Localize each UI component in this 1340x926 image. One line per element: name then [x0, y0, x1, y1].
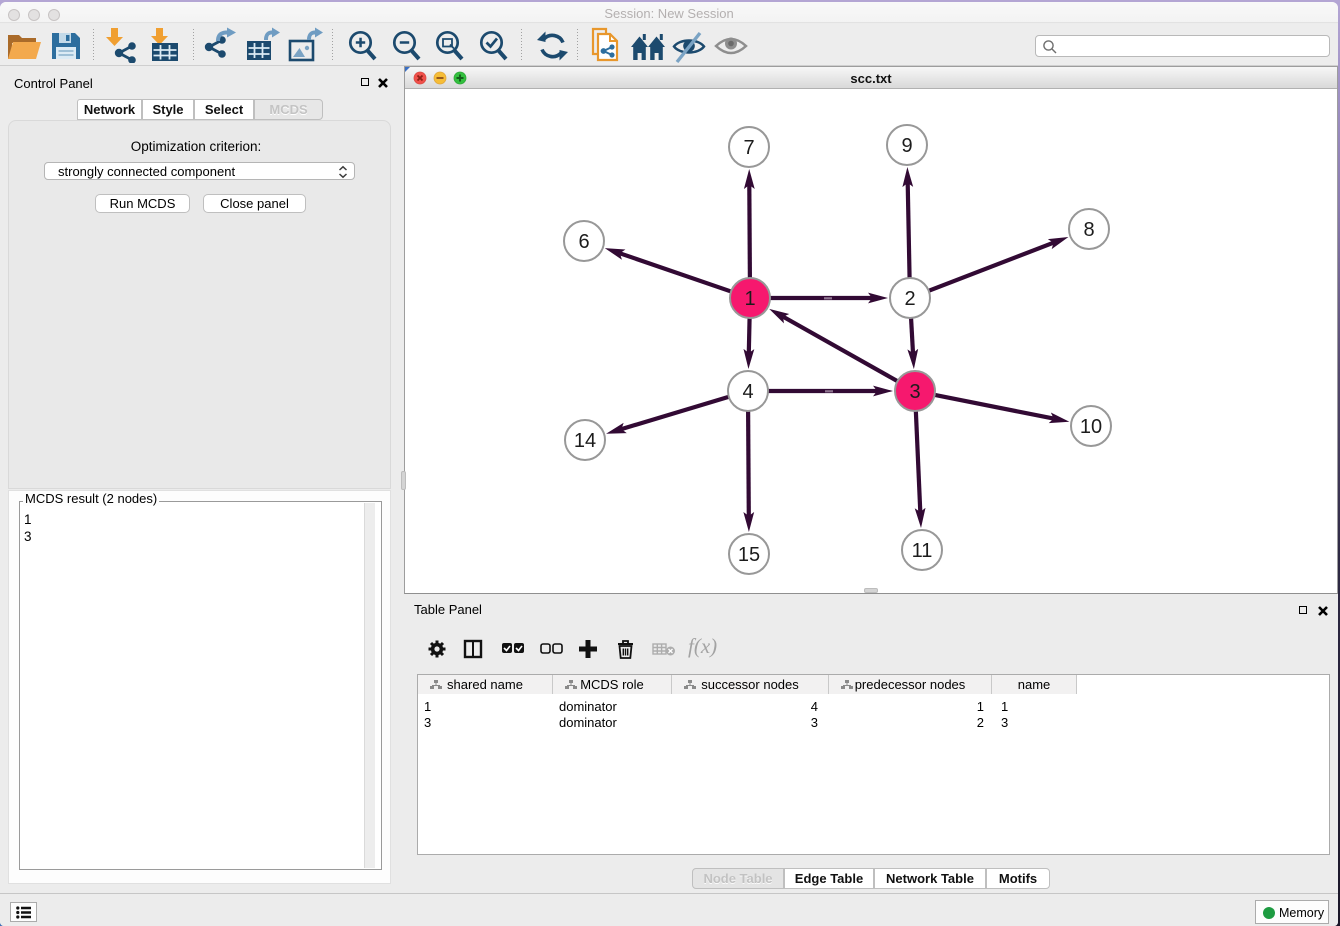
svg-text:14: 14 [574, 430, 596, 452]
svg-text:4: 4 [742, 381, 753, 403]
svg-text:8: 8 [1083, 219, 1094, 241]
svg-text:11: 11 [912, 540, 933, 562]
svg-text:10: 10 [1080, 416, 1102, 438]
svg-text:7: 7 [743, 137, 754, 159]
svg-text:15: 15 [738, 544, 760, 566]
svg-text:6: 6 [578, 231, 589, 253]
svg-text:3: 3 [909, 381, 920, 403]
svg-text:1: 1 [744, 288, 755, 310]
svg-text:9: 9 [901, 135, 912, 157]
svg-text:2: 2 [904, 288, 915, 310]
